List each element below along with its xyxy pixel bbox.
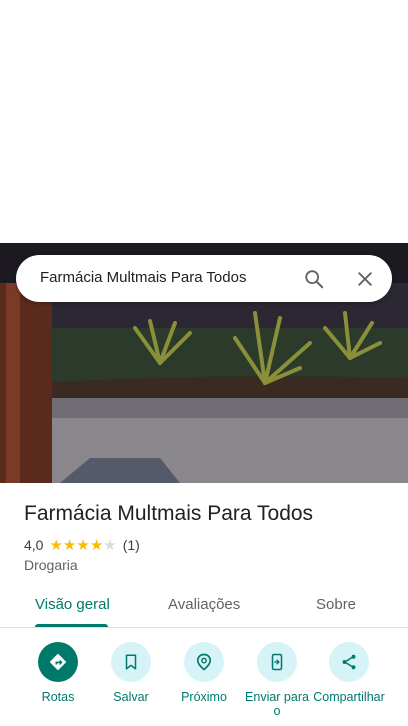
nearby-label: Próximo [181, 690, 227, 704]
save-label: Salvar [113, 690, 149, 704]
rating-stars: ★ ★ ★ ★ ★ [49, 538, 116, 553]
place-category[interactable]: Drogaria [24, 557, 78, 573]
send-to-phone-button[interactable]: Enviar para o [238, 642, 316, 718]
star-icon: ★ [62, 536, 77, 554]
search-bar[interactable]: Farmácia Multmais Para Todos [16, 255, 392, 302]
bookmark-icon [111, 642, 151, 682]
tab-bar: Visão geral Avaliações Sobre [0, 585, 408, 628]
send-to-phone-label: Enviar para o [245, 690, 309, 718]
star-icon: ★ [76, 536, 90, 554]
place-sheet: Farmácia Multmais Para Todos Farmácia Mu… [0, 0, 408, 726]
nearby-button[interactable]: Próximo [165, 642, 243, 704]
star-icon: ★ [103, 536, 117, 554]
star-icon: ★ [89, 536, 104, 554]
share-icon [329, 642, 369, 682]
search-query[interactable]: Farmácia Multmais Para Todos [40, 269, 246, 286]
share-label: Compartilhar [313, 690, 385, 704]
send-to-phone-icon [257, 642, 297, 682]
rating-value: 4,0 [24, 537, 44, 553]
review-count[interactable]: (1) [123, 537, 140, 553]
nearby-icon [184, 642, 224, 682]
directions-icon [38, 642, 78, 682]
share-button[interactable]: Compartilhar [310, 642, 388, 704]
save-button[interactable]: Salvar [92, 642, 170, 704]
directions-label: Rotas [41, 690, 75, 704]
rating-row[interactable]: 4,0 ★ ★ ★ ★ ★ (1) [24, 536, 140, 554]
close-icon[interactable] [351, 265, 379, 293]
place-name: Farmácia Multmais Para Todos [24, 502, 314, 525]
tab-overview[interactable]: Visão geral [35, 596, 110, 613]
tab-indicator [35, 624, 108, 627]
tab-reviews[interactable]: Avaliações [168, 596, 240, 613]
search-icon[interactable] [300, 265, 328, 293]
tab-about[interactable]: Sobre [316, 596, 356, 613]
directions-button[interactable]: Rotas [19, 642, 97, 704]
star-icon: ★ [49, 536, 63, 554]
